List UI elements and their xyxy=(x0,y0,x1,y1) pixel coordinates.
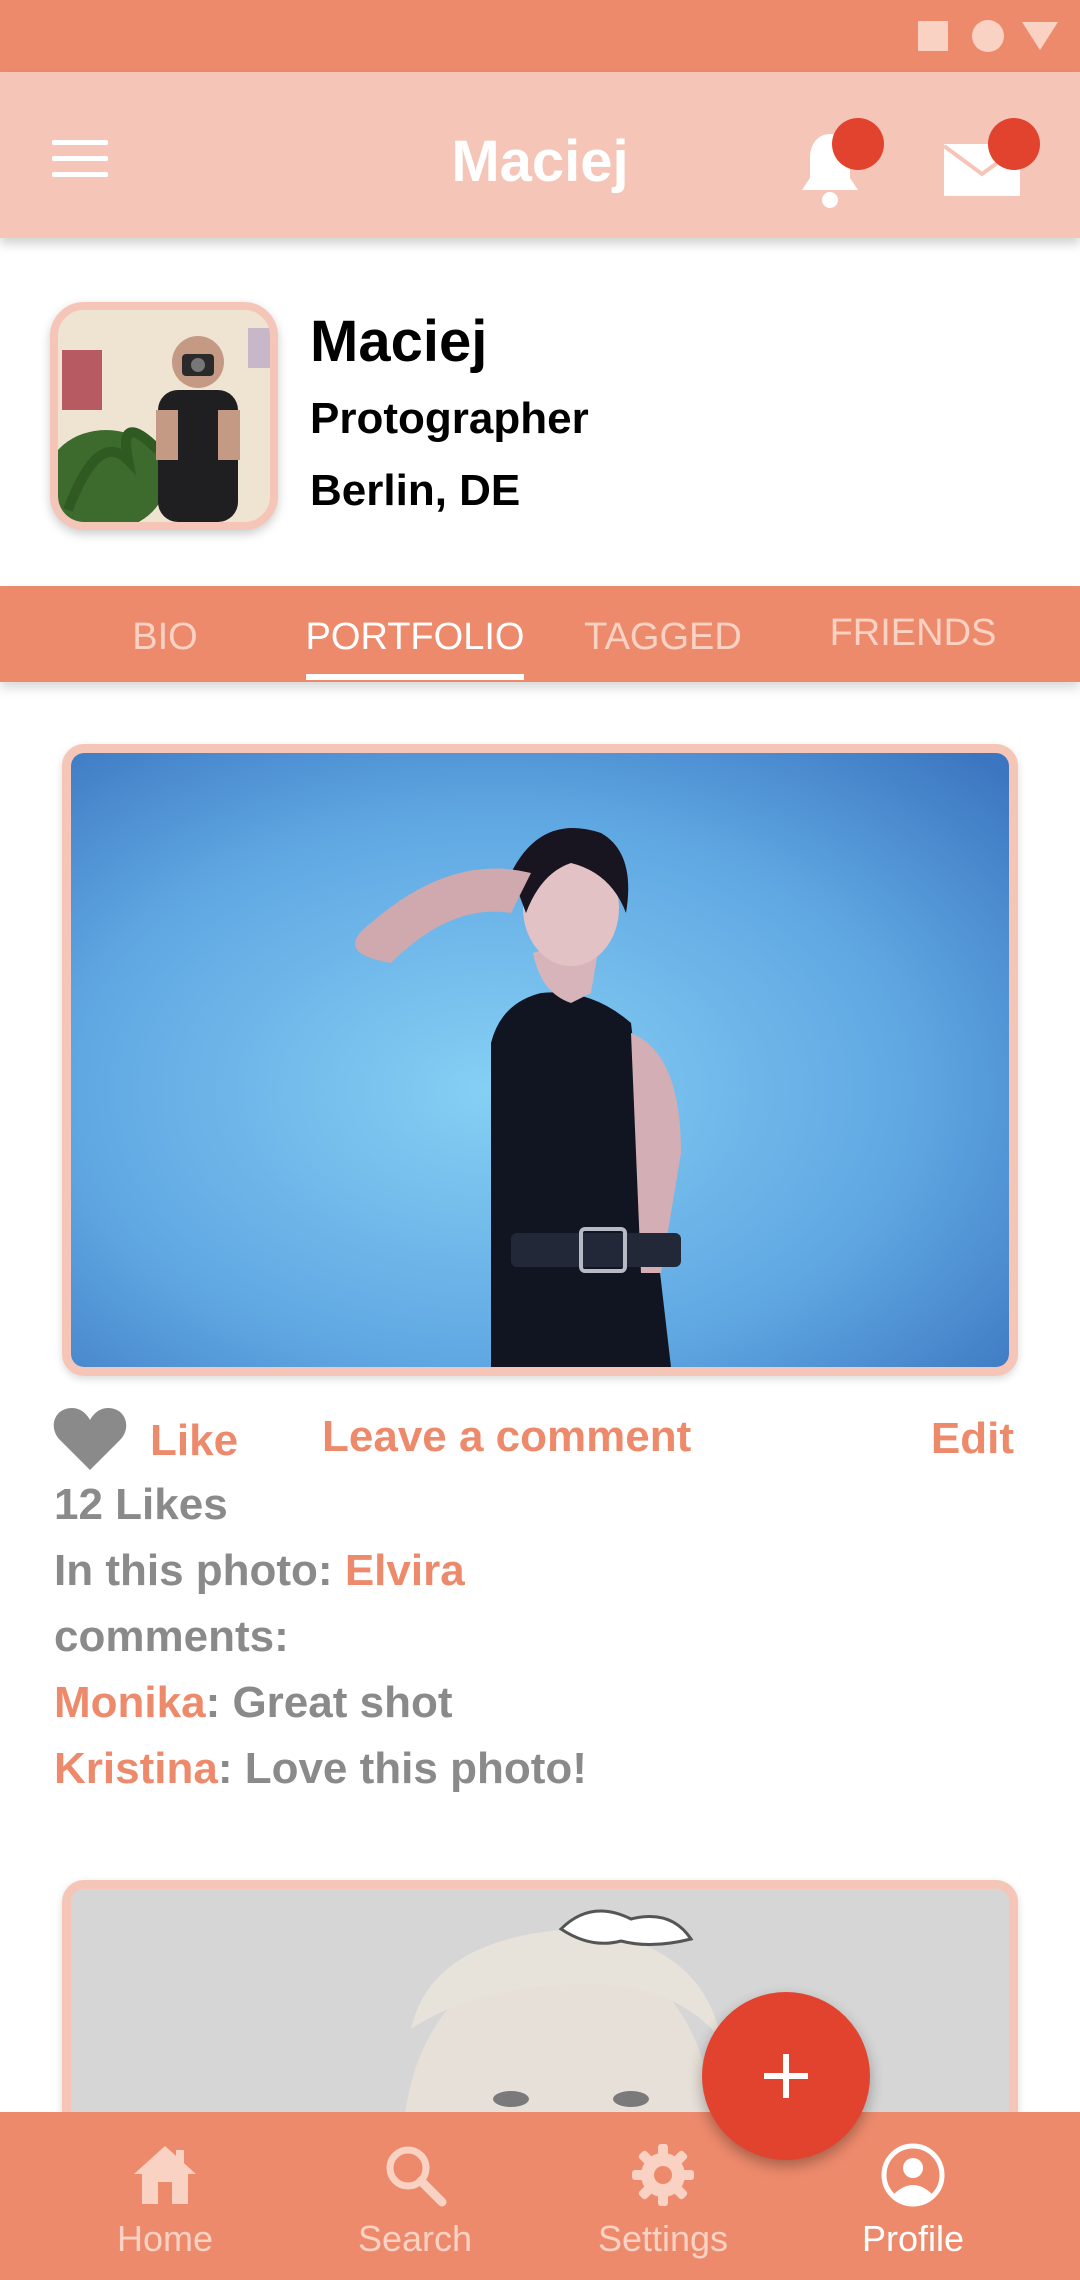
comment-item: Monika: Great shot xyxy=(54,1678,453,1728)
profile-icon xyxy=(881,2143,945,2207)
nav-home-label: Home xyxy=(116,2218,214,2259)
profile-occupation: Protographer xyxy=(310,394,589,443)
leave-comment-button[interactable]: Leave a comment xyxy=(322,1412,691,1462)
notification-badge xyxy=(832,118,884,170)
nav-home[interactable]: Home xyxy=(40,2112,290,2280)
comment-author-link[interactable]: Monika xyxy=(54,1678,206,1727)
status-bar xyxy=(0,0,1080,72)
avatar[interactable] xyxy=(50,302,278,530)
home-circle-icon xyxy=(972,20,1004,52)
like-button[interactable]: Like xyxy=(150,1416,238,1466)
gear-icon xyxy=(632,2144,694,2206)
tab-portfolio[interactable]: PORTFOLIO xyxy=(290,616,540,659)
back-triangle-icon xyxy=(1022,22,1058,50)
post-photo[interactable] xyxy=(62,744,1018,1376)
comment-text: : Love this photo! xyxy=(217,1744,587,1793)
profile-name: Maciej xyxy=(310,309,488,374)
post-actions: Like Leave a comment Edit xyxy=(0,1394,1080,1494)
app-title: Maciej xyxy=(451,129,629,194)
comments-heading: comments: xyxy=(54,1612,289,1661)
nav-search-label: Search xyxy=(357,2218,473,2259)
search-icon xyxy=(386,2146,447,2207)
profile-header: Maciej Protographer Berlin, DE xyxy=(0,238,1080,586)
comment-item: Kristina: Love this photo! xyxy=(54,1744,587,1794)
nav-search[interactable]: Search xyxy=(290,2112,540,2280)
comment-text: : Great shot xyxy=(205,1678,453,1727)
nav-settings-label: Settings xyxy=(597,2218,729,2259)
profile-tabs: BIO PORTFOLIO TAGGED FRIENDS xyxy=(0,586,1080,682)
tab-friends[interactable]: FRIENDS xyxy=(788,612,1038,655)
tagged-line: In this photo: Elvira xyxy=(54,1546,465,1596)
home-icon xyxy=(134,2146,196,2204)
message-badge xyxy=(988,118,1040,170)
nav-profile-label: Profile xyxy=(861,2218,965,2259)
tab-tagged[interactable]: TAGGED xyxy=(538,616,788,659)
tab-bio[interactable]: BIO xyxy=(40,616,290,659)
profile-location: Berlin, DE xyxy=(310,466,521,515)
comment-author-link[interactable]: Kristina xyxy=(54,1744,218,1793)
tab-indicator xyxy=(306,674,524,680)
tagged-user-link[interactable]: Elvira xyxy=(345,1546,465,1595)
edit-button[interactable]: Edit xyxy=(931,1414,1014,1464)
recent-apps-icon xyxy=(918,21,948,51)
add-post-button[interactable] xyxy=(702,1992,870,2160)
heart-icon[interactable] xyxy=(52,1404,128,1472)
likes-count: 12 Likes xyxy=(54,1480,228,1529)
tagged-prefix: In this photo: xyxy=(54,1546,345,1595)
app-bar: Maciej xyxy=(0,72,1080,238)
bottom-nav: Home Search Settings Profile xyxy=(0,2112,1080,2280)
